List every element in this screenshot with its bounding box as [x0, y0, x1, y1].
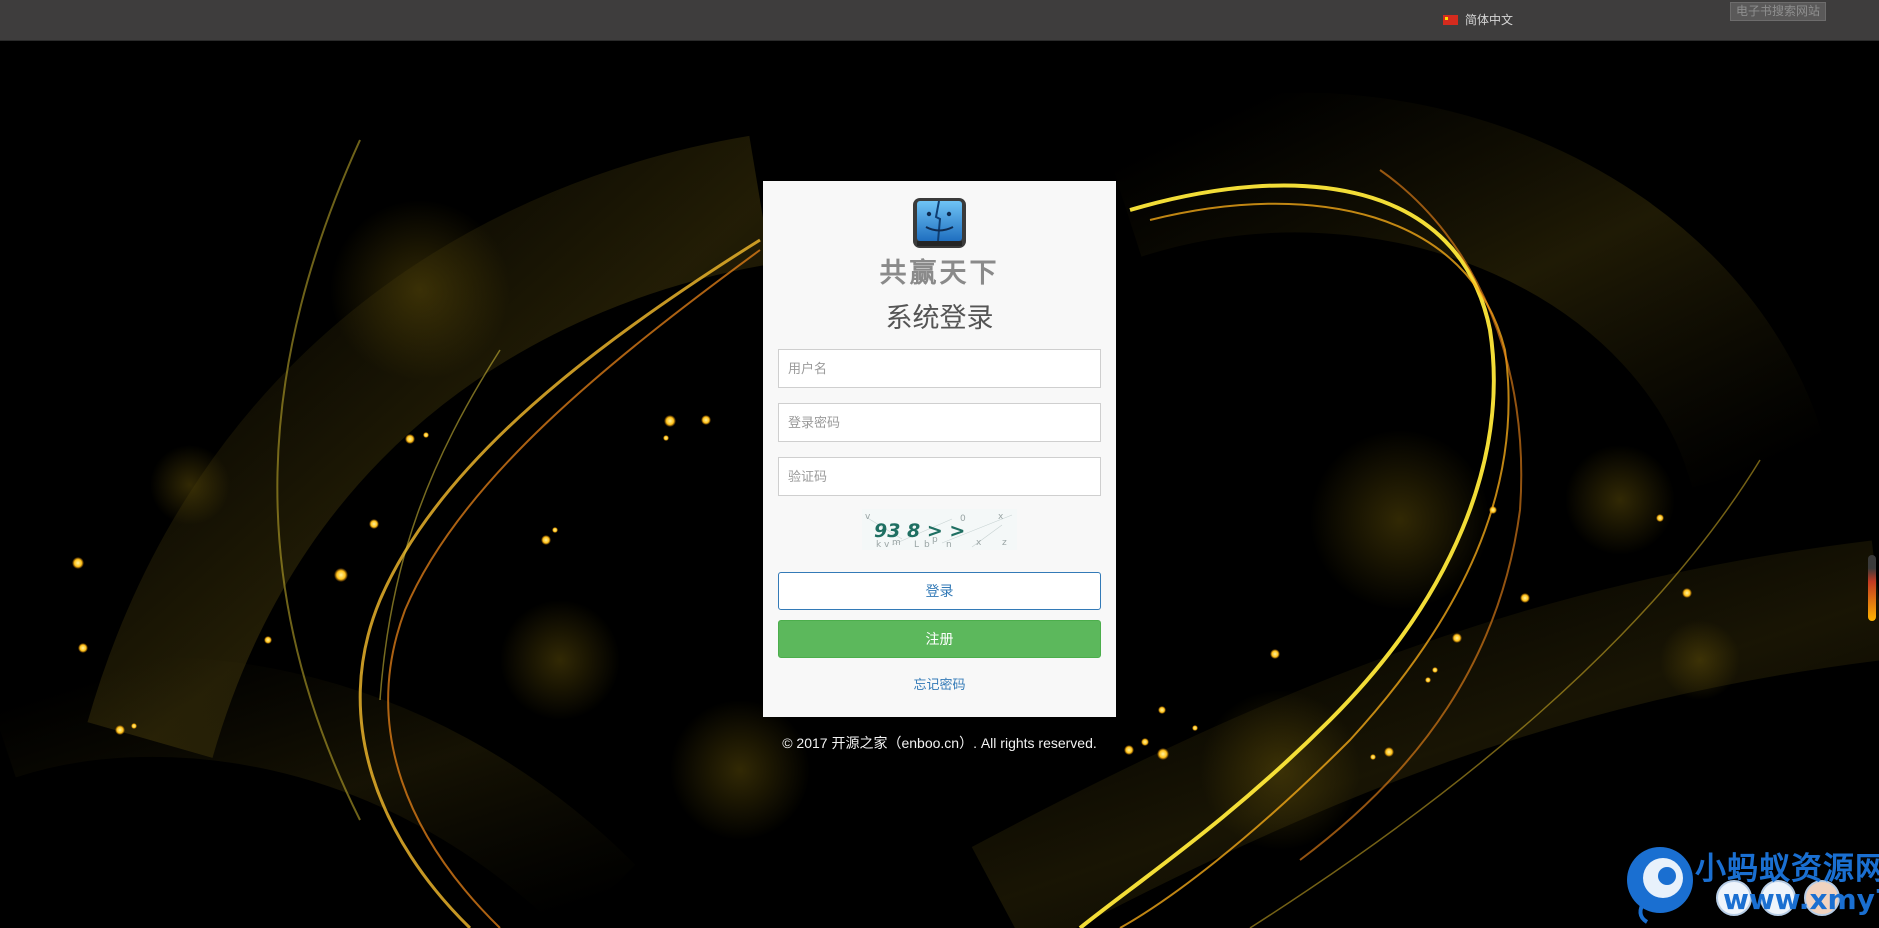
svg-text:z: z	[1002, 538, 1007, 548]
corner-link-button[interactable]: 电子书搜索网站	[1730, 2, 1826, 21]
username-input[interactable]	[778, 349, 1101, 388]
captcha-image[interactable]: v k v m L b p n 0 x x z 93 8 > >	[862, 509, 1017, 550]
watermark-text: 小蚂蚁资源网	[1695, 851, 1879, 887]
register-button[interactable]: 注册	[778, 620, 1101, 658]
watermark: 小蚂蚁资源网 www.xmy7.com	[1625, 840, 1879, 928]
svg-text:x: x	[998, 512, 1004, 522]
language-label: 简体中文	[1465, 13, 1514, 27]
finder-logo-icon	[913, 198, 966, 248]
copyright-text: © 2017 开源之家（enboo.cn）. All rights reserv…	[782, 735, 1097, 751]
captcha-code-text: 93 8 > >	[874, 520, 965, 542]
forgot-password-link[interactable]: 忘记密码	[763, 674, 1116, 693]
password-input[interactable]	[778, 403, 1101, 442]
top-bar: 简体中文 电子书搜索网站	[0, 0, 1879, 41]
page-title: 系统登录	[885, 303, 994, 333]
captcha-input[interactable]	[778, 457, 1101, 496]
language-selector[interactable]: 简体中文	[1443, 11, 1513, 28]
brand-text: 共赢天下	[879, 258, 1000, 289]
svg-text:v: v	[865, 512, 871, 522]
login-panel: 共赢天下 系统登录 v k v m L b p n 0 x x z 93 8 >…	[763, 181, 1116, 717]
login-button[interactable]: 登录	[778, 572, 1101, 610]
scroll-indicator[interactable]	[1868, 555, 1876, 621]
svg-text:x: x	[976, 538, 982, 548]
china-flag-icon	[1443, 14, 1458, 25]
watermark-url: www.xmy7.com	[1723, 883, 1879, 916]
